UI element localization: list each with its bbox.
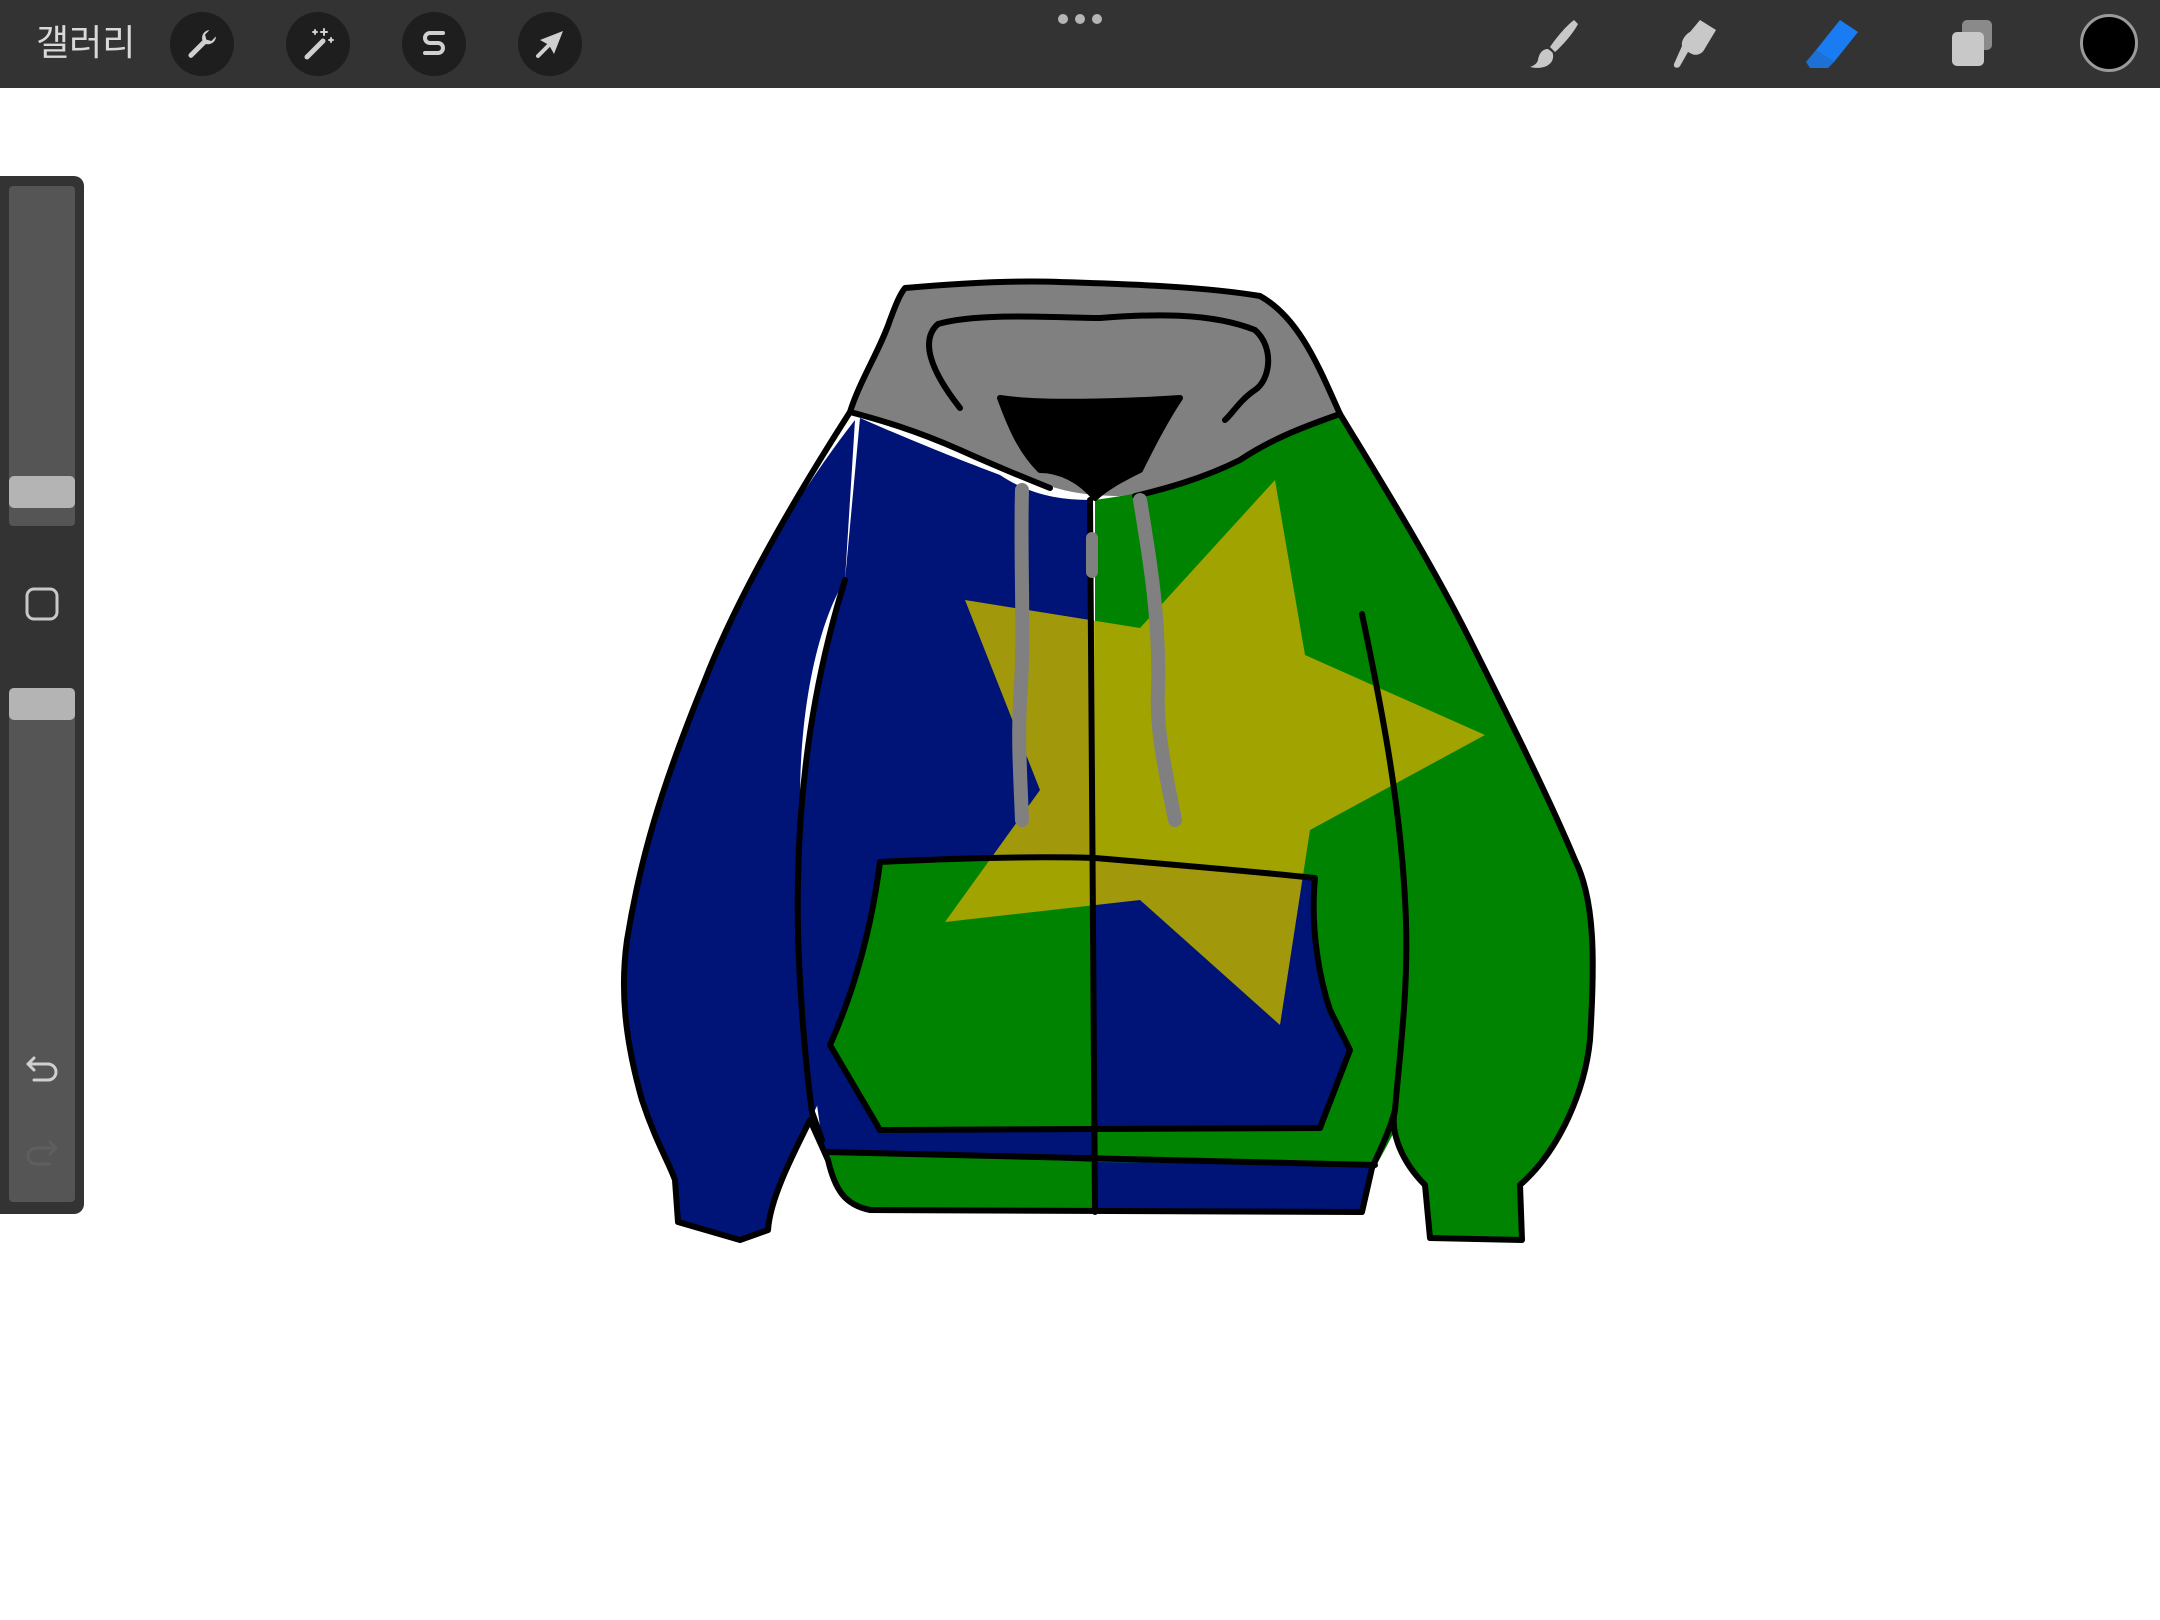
transform-button[interactable] — [518, 12, 582, 76]
eraser-icon — [1806, 20, 1858, 68]
paintbrush-icon — [1530, 20, 1578, 68]
selection-s-icon — [423, 31, 445, 55]
hoodie-artwork — [620, 278, 1596, 1243]
color-picker-button[interactable] — [2080, 14, 2138, 72]
arrow-cursor-icon — [536, 31, 563, 58]
smudge-finger-icon — [1673, 20, 1716, 68]
magic-wand-icon — [304, 28, 334, 60]
waistband-right — [1095, 1162, 1375, 1210]
drawing-canvas[interactable] — [0, 88, 2160, 1620]
drawstring-left — [1012, 483, 1030, 827]
actions-button[interactable] — [170, 12, 234, 76]
layers-icon — [1952, 20, 1992, 66]
eraser-tool-button[interactable] — [1796, 12, 1868, 76]
dot — [1075, 14, 1085, 24]
top-toolbar: 갤러리 — [0, 0, 2160, 88]
dot — [1092, 14, 1102, 24]
wrench-icon — [188, 30, 216, 58]
smudge-tool-button[interactable] — [1656, 12, 1728, 76]
selection-button[interactable] — [402, 12, 466, 76]
brush-tool-button[interactable] — [1516, 12, 1588, 76]
dot — [1058, 14, 1068, 24]
adjustments-button[interactable] — [286, 12, 350, 76]
more-options-button[interactable] — [1058, 14, 1102, 26]
layers-button[interactable] — [1936, 12, 2008, 76]
gallery-button[interactable]: 갤러리 — [36, 20, 135, 68]
